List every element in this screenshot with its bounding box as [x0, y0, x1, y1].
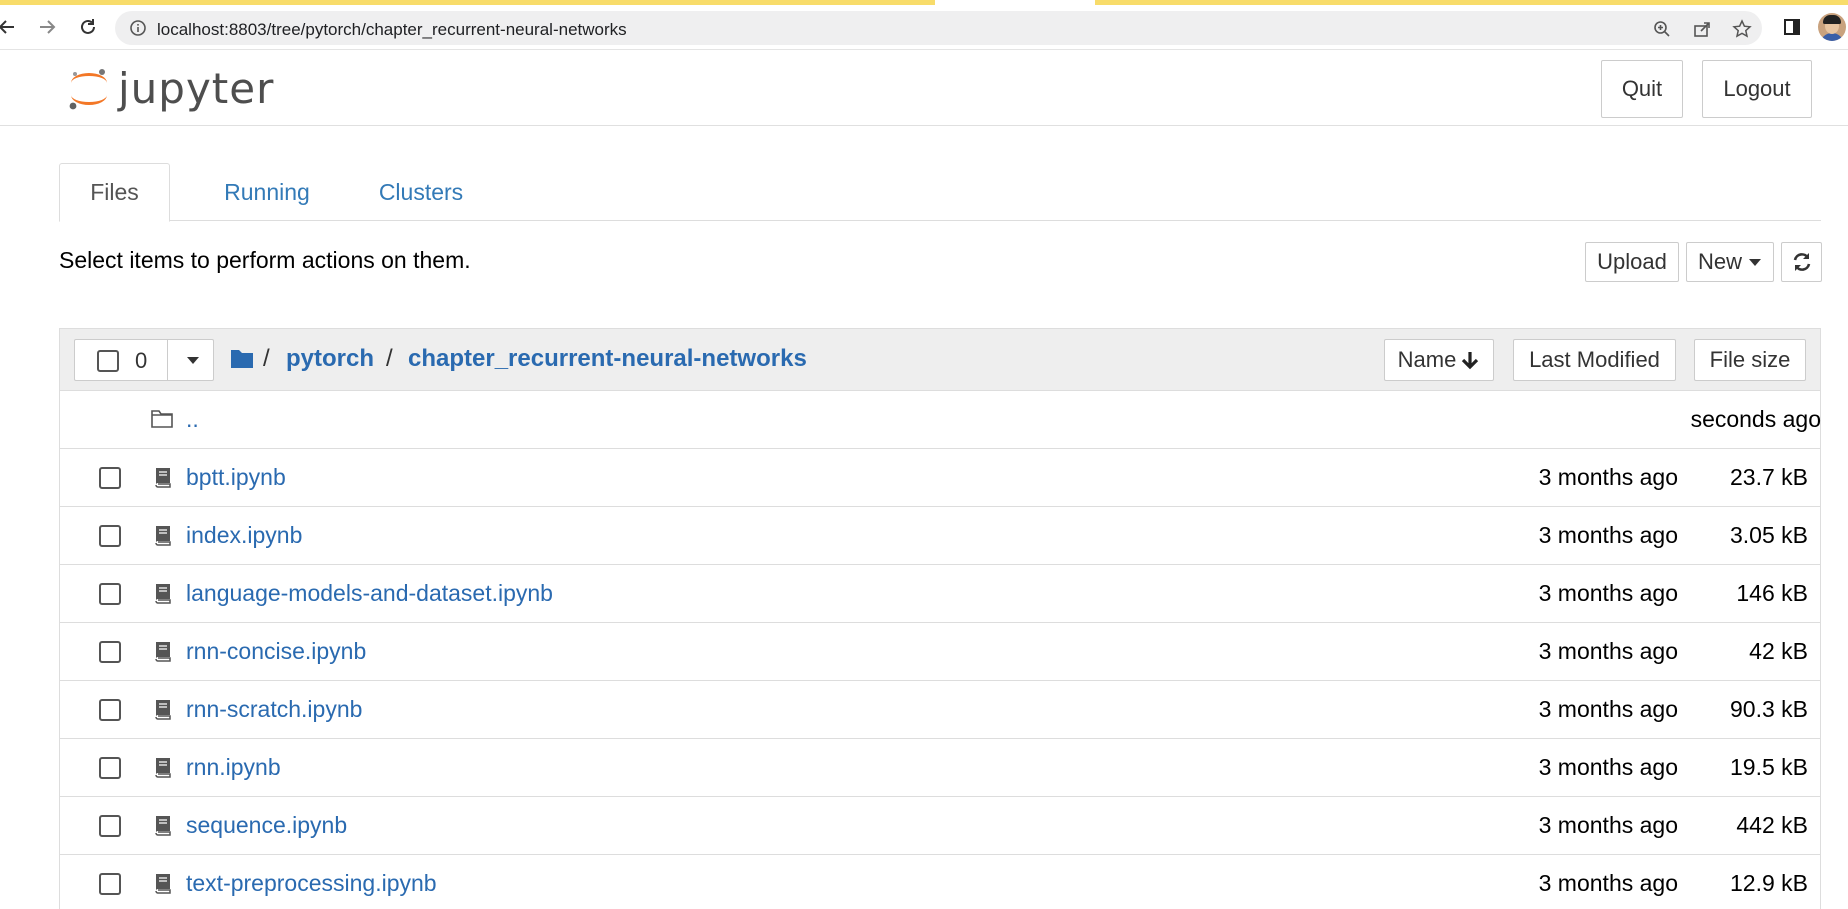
file-row[interactable]: bptt.ipynb 3 months ago 23.7 kB: [60, 449, 1820, 507]
file-size: 42 kB: [1749, 638, 1808, 664]
row-checkbox[interactable]: [99, 815, 121, 837]
forward-icon[interactable]: [34, 14, 60, 40]
bookmark-star-icon[interactable]: [1732, 19, 1752, 39]
refresh-button[interactable]: [1781, 242, 1822, 282]
address-bar[interactable]: localhost:8803/tree/pytorch/chapter_recu…: [115, 11, 1762, 45]
notebook-icon: [155, 874, 171, 894]
arrow-down-icon: [1462, 352, 1479, 370]
file-row[interactable]: rnn-scratch.ipynb 3 months ago 90.3 kB: [60, 681, 1820, 739]
modified-time: 3 months ago: [1538, 870, 1678, 896]
back-icon[interactable]: [0, 14, 20, 40]
file-name-link[interactable]: text-preprocessing.ipynb: [186, 870, 437, 897]
sort-by-modified-button[interactable]: Last Modified: [1513, 339, 1676, 381]
reload-icon[interactable]: [75, 14, 101, 40]
folder-outline-icon: [151, 410, 173, 428]
notebook-icon: [155, 584, 171, 604]
file-name-link[interactable]: index.ipynb: [186, 522, 302, 549]
tab-running[interactable]: Running: [192, 163, 342, 221]
file-size: 23.7 kB: [1730, 464, 1808, 490]
file-row[interactable]: sequence.ipynb 3 months ago 442 kB: [60, 797, 1820, 855]
row-checkbox[interactable]: [99, 525, 121, 547]
quit-button[interactable]: Quit: [1601, 60, 1683, 118]
caret-down-icon: [187, 357, 199, 364]
file-list: 0 / pytorch / chapter_recurrent-neural-n…: [59, 328, 1821, 909]
row-checkbox[interactable]: [99, 873, 121, 895]
file-name-link[interactable]: language-models-and-dataset.ipynb: [186, 580, 553, 607]
file-size: 146 kB: [1736, 580, 1808, 606]
browser-toolbar: localhost:8803/tree/pytorch/chapter_recu…: [0, 5, 1848, 50]
zoom-icon[interactable]: [1652, 19, 1672, 39]
url-text: localhost:8803/tree/pytorch/chapter_recu…: [157, 20, 627, 39]
jupyter-logo[interactable]: jupyter: [66, 59, 286, 115]
notebook-icon: [155, 526, 171, 546]
parent-directory-row[interactable]: .. seconds ago: [60, 391, 1821, 449]
file-row[interactable]: language-models-and-dataset.ipynb 3 mont…: [60, 565, 1820, 623]
share-icon[interactable]: [1692, 19, 1712, 39]
notebook-icon: [155, 468, 171, 488]
modified-time: 3 months ago: [1538, 580, 1678, 606]
file-size: 442 kB: [1736, 812, 1808, 838]
modified-time: 3 months ago: [1538, 638, 1678, 664]
row-checkbox[interactable]: [99, 641, 121, 663]
notebook-icon: [155, 758, 171, 778]
jupyter-logo-text: jupyter: [118, 64, 275, 113]
file-name-link[interactable]: sequence.ipynb: [186, 812, 347, 839]
new-button[interactable]: New: [1686, 242, 1774, 282]
file-size: 90.3 kB: [1730, 696, 1808, 722]
row-checkbox[interactable]: [99, 757, 121, 779]
sort-name-label: Name: [1397, 347, 1457, 372]
file-row[interactable]: index.ipynb 3 months ago 3.05 kB: [60, 507, 1820, 565]
file-row[interactable]: rnn.ipynb 3 months ago 19.5 kB: [60, 739, 1820, 797]
tab-files[interactable]: Files: [59, 163, 170, 222]
file-list-header: 0 / pytorch / chapter_recurrent-neural-n…: [60, 329, 1820, 391]
file-name-link[interactable]: rnn.ipynb: [186, 754, 281, 781]
caret-down-icon: [1749, 259, 1761, 266]
modified-time: 3 months ago: [1538, 696, 1678, 722]
select-all-checkbox[interactable]: [97, 350, 119, 372]
jupyter-logo-icon: [69, 69, 107, 110]
upload-button[interactable]: Upload: [1585, 242, 1679, 282]
profile-avatar[interactable]: [1818, 13, 1846, 41]
side-panel-icon[interactable]: [1780, 15, 1804, 39]
file-row[interactable]: text-preprocessing.ipynb 3 months ago 12…: [60, 855, 1820, 909]
select-all-group: 0: [74, 339, 214, 381]
modified-time: 3 months ago: [1538, 522, 1678, 548]
file-size: 12.9 kB: [1730, 870, 1808, 896]
selection-hint: Select items to perform actions on them.: [59, 247, 471, 273]
file-size: 3.05 kB: [1730, 522, 1808, 548]
site-info-icon[interactable]: [129, 19, 147, 37]
row-checkbox[interactable]: [99, 699, 121, 721]
row-checkbox[interactable]: [99, 467, 121, 489]
file-name-link[interactable]: rnn-scratch.ipynb: [186, 696, 362, 723]
notebook-icon: [155, 642, 171, 662]
breadcrumb-separator: /: [386, 345, 393, 372]
breadcrumb-separator: /: [263, 345, 270, 372]
notebook-icon: [155, 700, 171, 720]
new-button-label: New: [1697, 249, 1742, 274]
folder-icon[interactable]: [230, 347, 254, 369]
selected-count: 0: [135, 348, 148, 373]
breadcrumb-current-folder[interactable]: chapter_recurrent-neural-networks: [408, 345, 807, 373]
modified-time: 3 months ago: [1538, 754, 1678, 780]
file-size: 19.5 kB: [1730, 754, 1808, 780]
file-name-link[interactable]: bptt.ipynb: [186, 464, 286, 491]
tab-bar: Files Running Clusters: [59, 163, 1821, 222]
tab-clusters[interactable]: Clusters: [341, 163, 501, 221]
refresh-icon: [1793, 253, 1810, 271]
logout-button[interactable]: Logout: [1702, 60, 1812, 118]
notebook-icon: [155, 816, 171, 836]
sort-by-name-button[interactable]: Name: [1384, 339, 1494, 381]
sort-by-size-button[interactable]: File size: [1694, 339, 1806, 381]
breadcrumb-pytorch[interactable]: pytorch: [286, 345, 374, 373]
modified-time: seconds ago: [1690, 406, 1821, 432]
jupyter-header: jupyter Quit Logout: [0, 51, 1848, 126]
parent-directory-link[interactable]: ..: [186, 406, 199, 433]
file-name-link[interactable]: rnn-concise.ipynb: [186, 638, 366, 665]
modified-time: 3 months ago: [1538, 464, 1678, 490]
row-checkbox[interactable]: [99, 583, 121, 605]
select-menu-dropdown[interactable]: [173, 340, 213, 380]
file-row[interactable]: rnn-concise.ipynb 3 months ago 42 kB: [60, 623, 1820, 681]
modified-time: 3 months ago: [1538, 812, 1678, 838]
divider: [167, 340, 168, 380]
